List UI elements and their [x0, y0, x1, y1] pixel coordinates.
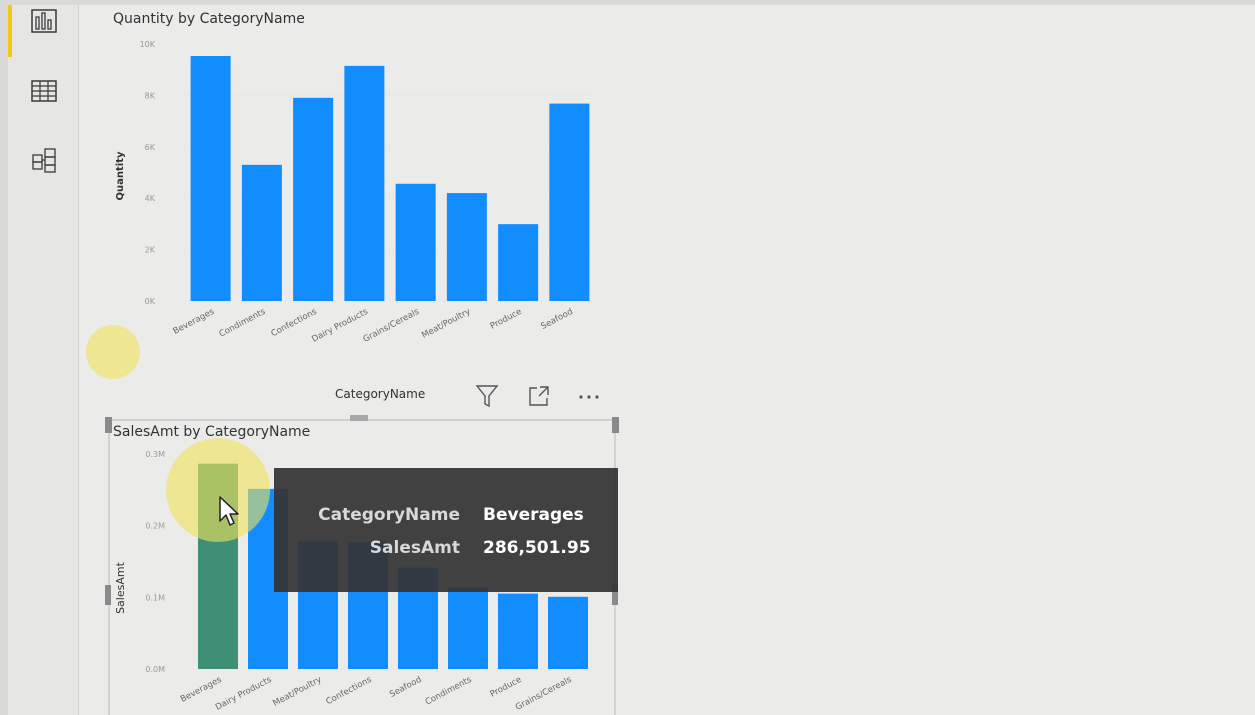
report-view-button[interactable]: [26, 5, 62, 37]
x-tick-label: Grains/Cereals: [362, 307, 422, 345]
tooltip-label: SalesAmt: [369, 538, 460, 558]
model-view-icon: [32, 148, 56, 173]
quantity-by-category-chart[interactable]: Quantity by CategoryName Quantity 0K 2K 4K…: [95, 6, 620, 380]
bar[interactable]: [549, 103, 590, 301]
filter-icon[interactable]: [473, 382, 501, 410]
y-axis-title: SalesAmt: [114, 561, 127, 614]
report-view-icon: [31, 9, 57, 33]
active-view-indicator: [8, 5, 12, 57]
x-tick-label: Produce: [489, 307, 524, 332]
chart-tooltip: CategoryName Beverages SalesAmt 286,501.…: [274, 468, 618, 592]
y-tick-label: 0K: [145, 297, 156, 306]
tooltip-row: CategoryName Beverages: [274, 505, 618, 529]
bar[interactable]: [395, 183, 436, 301]
y-tick-label: 2K: [145, 246, 156, 255]
model-view-button[interactable]: [26, 145, 62, 177]
data-view-button[interactable]: [26, 75, 62, 107]
bar[interactable]: [344, 65, 385, 301]
y-tick-label: 0.0M: [145, 665, 165, 674]
bar[interactable]: [241, 164, 282, 301]
more-options-icon[interactable]: [575, 382, 603, 410]
bar[interactable]: [498, 224, 539, 301]
y-tick-label: 10K: [140, 40, 156, 49]
y-tick-label: 0.3M: [145, 450, 165, 459]
x-tick-label: Condiments: [424, 675, 474, 708]
y-tick-label: 8K: [145, 91, 156, 100]
tooltip-value: Beverages: [483, 505, 584, 525]
x-tick-label: Condiments: [218, 307, 268, 340]
x-tick-label: Dairy Products: [214, 675, 274, 713]
x-tick-label: Produce: [489, 675, 524, 700]
chart-title: Quantity by CategoryName: [113, 11, 305, 27]
x-tick-label: Grains/Cereals: [514, 675, 574, 713]
x-tick-label: Beverages: [172, 307, 217, 337]
bar[interactable]: [448, 587, 488, 669]
bar[interactable]: [446, 193, 487, 301]
tooltip-row: SalesAmt 286,501.95: [274, 538, 618, 562]
x-tick-label: Dairy Products: [310, 307, 370, 345]
tooltip-value: 286,501.95: [483, 538, 591, 558]
data-view-icon: [31, 80, 57, 102]
y-tick-label: 0.2M: [145, 522, 165, 531]
resize-handle[interactable]: [612, 417, 619, 433]
x-tick-label: Seafood: [540, 307, 575, 332]
view-navigation: [8, 5, 79, 715]
tooltip-label: CategoryName: [318, 505, 460, 525]
chart-title: SalesAmt by CategoryName: [113, 424, 310, 440]
bar[interactable]: [293, 97, 334, 302]
resize-handle[interactable]: [105, 417, 112, 433]
y-axis-title: Quantity: [115, 151, 126, 200]
bar[interactable]: [548, 596, 588, 669]
visual-header-field-label: CategoryName: [335, 387, 426, 401]
bar[interactable]: [190, 56, 231, 301]
x-tick-label: Meat/Poultry: [271, 675, 323, 709]
resize-handle[interactable]: [105, 585, 111, 605]
resize-handle[interactable]: [350, 415, 368, 421]
bar[interactable]: [498, 593, 538, 669]
x-tick-label: Beverages: [179, 675, 224, 705]
x-tick-label: Meat/Poultry: [420, 307, 472, 341]
x-tick-label: Confections: [324, 675, 373, 708]
y-tick-label: 4K: [145, 194, 156, 203]
y-tick-label: 0.1M: [145, 593, 165, 602]
window-left-border: [0, 0, 8, 715]
y-tick-label: 6K: [145, 143, 156, 152]
x-tick-label: Seafood: [388, 675, 423, 700]
focus-mode-icon[interactable]: [525, 382, 553, 410]
mouse-cursor-icon: [219, 496, 239, 526]
visual-header: CategoryName: [335, 382, 615, 410]
